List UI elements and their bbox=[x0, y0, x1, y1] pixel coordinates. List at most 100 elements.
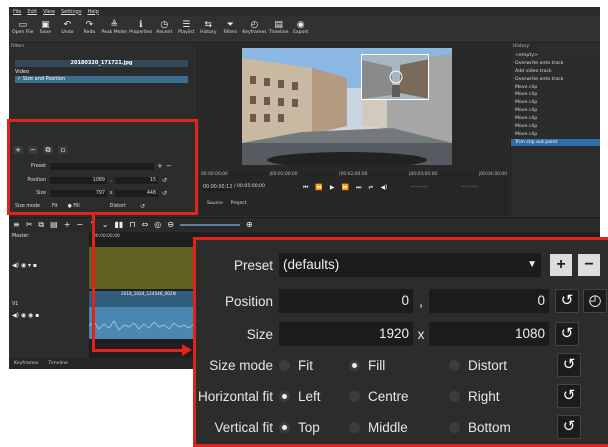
toolbar-button-filters[interactable]: ⏷ Filters bbox=[220, 16, 240, 42]
tab-timeline[interactable]: Timeline bbox=[48, 358, 68, 369]
history-item[interactable]: Add video track bbox=[511, 68, 600, 76]
loop-icon[interactable]: ⇌ bbox=[368, 184, 373, 192]
history-item[interactable]: Move clip bbox=[511, 91, 600, 100]
toolbar-button-save[interactable]: ▣ Save bbox=[35, 16, 55, 42]
hfit-reset-icon[interactable]: ↺ bbox=[557, 384, 581, 408]
toolbar-label: Filters bbox=[223, 30, 238, 35]
add-preset-button[interactable]: + bbox=[550, 254, 572, 276]
size-mode-reset-icon[interactable]: ↺ bbox=[557, 353, 581, 377]
skip-end-icon[interactable]: ⏭ bbox=[356, 184, 361, 192]
history-panel: History <empty> Overwrite onto track Add v… bbox=[510, 44, 600, 216]
toolbar-button-export[interactable]: ◉ Export bbox=[291, 16, 311, 42]
zoom-out-icon[interactable]: ⊖ bbox=[167, 220, 174, 230]
vfit-middle-radio[interactable]: Middle bbox=[349, 420, 449, 435]
history-item[interactable]: Move clip bbox=[511, 99, 600, 108]
split-icon[interactable]: ▮▮ bbox=[115, 220, 124, 230]
volume-icon[interactable]: ◀) bbox=[380, 184, 387, 192]
rewind-icon[interactable]: ⏪ bbox=[315, 184, 322, 192]
vfit-reset-icon[interactable]: ↺ bbox=[557, 415, 581, 439]
size-mode-distort-radio[interactable]: Distort bbox=[449, 358, 557, 373]
vfit-bottom-radio[interactable]: Bottom bbox=[449, 420, 557, 435]
toolbar-button-undo[interactable]: ↶ Undo bbox=[57, 16, 77, 42]
scrub-icon[interactable]: ◎ bbox=[154, 220, 161, 230]
hfit-centre-radio[interactable]: Centre bbox=[349, 389, 449, 404]
position-reset-icon[interactable]: ↺ bbox=[555, 289, 579, 313]
play-icon[interactable]: ▶ bbox=[330, 184, 335, 192]
toolbar-button-playlist[interactable]: ☰ Playlist bbox=[176, 16, 196, 42]
recent-icon: ◷ bbox=[160, 20, 169, 30]
history-item[interactable]: Trim clip out point bbox=[511, 138, 600, 147]
size-width-input[interactable]: 1920 bbox=[279, 322, 413, 346]
viewer-tabs: Source Project bbox=[207, 201, 247, 206]
remove-preset-button[interactable]: − bbox=[578, 254, 600, 276]
toolbar-button-timeline[interactable]: ▤ Timeline bbox=[269, 16, 289, 42]
callout-line-vertical bbox=[92, 215, 95, 352]
vfit-top-radio[interactable]: Top bbox=[279, 420, 349, 435]
chevron-down-icon: ▼ bbox=[527, 259, 537, 270]
copy-icon[interactable]: ⧉ bbox=[38, 220, 44, 230]
toolbar-button-open-file[interactable]: ▭ Open File bbox=[12, 16, 33, 42]
zoom-slider[interactable] bbox=[179, 224, 240, 226]
menu-item-view[interactable]: View bbox=[43, 9, 55, 15]
toolbar-button-keyframes[interactable]: ◴ Keyframes bbox=[242, 16, 266, 42]
toolbar-button-peak-meter[interactable]: ≜ Peak Meter bbox=[101, 16, 127, 42]
toolbar-button-recent[interactable]: ◷ Recent bbox=[154, 16, 174, 42]
hfit-right-radio[interactable]: Right bbox=[449, 389, 557, 404]
timeline-toolbar: ≡ ✂ ⧉ ▤ + − ⌃ ⌄ ▮▮ ⊓ ⇔ ◎ ⊖ ⊕ bbox=[9, 220, 600, 230]
video-viewer: 00:00:00;00 |00:01;00:00 |00:02;00:00 |0… bbox=[199, 44, 509, 216]
preset-select[interactable]: (defaults) ▼ bbox=[279, 253, 541, 277]
append-icon[interactable]: + bbox=[64, 220, 71, 230]
history-icon: ⇆ bbox=[204, 20, 213, 30]
toolbar-label: Keyframes bbox=[242, 30, 267, 35]
toolbar-button-properties[interactable]: ℹ Properties bbox=[129, 16, 152, 42]
menu-item-edit[interactable]: Edit bbox=[27, 9, 37, 15]
snap-icon[interactable]: ⊓ bbox=[129, 220, 135, 230]
timeline-menu-icon[interactable]: ≡ bbox=[13, 220, 20, 230]
skip-start-icon[interactable]: ⏮ bbox=[303, 184, 308, 192]
paste-icon[interactable]: ▤ bbox=[50, 220, 58, 230]
position-timer-icon[interactable]: ◴ bbox=[583, 289, 607, 313]
master-track-controls[interactable]: ◀) ◉ ▾ ▪ bbox=[12, 262, 37, 269]
size-mode-fit-radio[interactable]: Fit bbox=[279, 358, 349, 373]
size-height-input[interactable]: 1080 bbox=[429, 322, 549, 346]
ripple-icon[interactable]: ⇔ bbox=[142, 220, 149, 230]
position-y-input[interactable]: 0 bbox=[429, 289, 549, 313]
tab-project[interactable]: Project bbox=[231, 201, 247, 206]
tab-source[interactable]: Source bbox=[207, 201, 223, 206]
history-item[interactable]: Move clip bbox=[511, 123, 600, 131]
history-item[interactable]: Move clip bbox=[511, 115, 600, 124]
menu-item-help[interactable]: Help bbox=[87, 9, 98, 15]
in-point: --:--:--:-- bbox=[411, 185, 429, 190]
tab-keyframes[interactable]: Keyframes bbox=[14, 358, 38, 369]
playlist-icon: ☰ bbox=[182, 20, 191, 30]
size-mode-fill-radio[interactable]: Fill bbox=[349, 358, 449, 373]
history-item[interactable]: <empty> bbox=[511, 52, 600, 60]
history-item[interactable]: Overwrite onto track bbox=[511, 76, 600, 84]
overwrite-icon[interactable]: ⌄ bbox=[102, 220, 109, 230]
toolbar-label: Peak Meter bbox=[101, 30, 128, 35]
timecode-input[interactable]: 00:00:00;12 bbox=[203, 184, 232, 191]
cut-icon[interactable]: ✂ bbox=[26, 220, 33, 230]
menu-item-settings[interactable]: Settings bbox=[61, 9, 82, 15]
zoom-in-icon[interactable]: ⊕ bbox=[246, 220, 253, 230]
position-row: Position 0 , 0 ↺ ◴ bbox=[196, 286, 608, 316]
size-reset-icon[interactable]: ↺ bbox=[555, 322, 579, 346]
v1-track-controls[interactable]: ◀) ◉ ◉ ▪ bbox=[12, 312, 39, 319]
history-item[interactable]: Move clip bbox=[511, 84, 600, 92]
toolbar-button-history[interactable]: ⇆ History bbox=[198, 16, 218, 42]
fast-forward-icon[interactable]: ⏩ bbox=[342, 184, 349, 192]
menu-item-file[interactable]: File bbox=[13, 9, 21, 15]
remove-icon[interactable]: − bbox=[76, 220, 83, 230]
pip-overlay[interactable] bbox=[361, 54, 429, 100]
history-item[interactable]: Move clip bbox=[511, 131, 600, 139]
hfit-left-radio[interactable]: Left bbox=[279, 389, 349, 404]
filter-item-size-position[interactable]: ✓ Size and Position bbox=[15, 76, 188, 83]
history-item[interactable]: Overwrite onto track bbox=[511, 60, 600, 68]
history-item[interactable]: Move clip bbox=[511, 107, 600, 116]
timeline-clip[interactable]: 2018_1024_124546_002N bbox=[89, 291, 199, 339]
size-mode-row: Size mode Fit Fill Distort ↺ bbox=[196, 350, 608, 380]
undo-icon: ↶ bbox=[63, 20, 72, 30]
position-x-input[interactable]: 0 bbox=[279, 289, 413, 313]
toolbar-button-redo[interactable]: ↷ Redo bbox=[79, 16, 99, 42]
filters-panel-title: Filters bbox=[11, 44, 25, 49]
